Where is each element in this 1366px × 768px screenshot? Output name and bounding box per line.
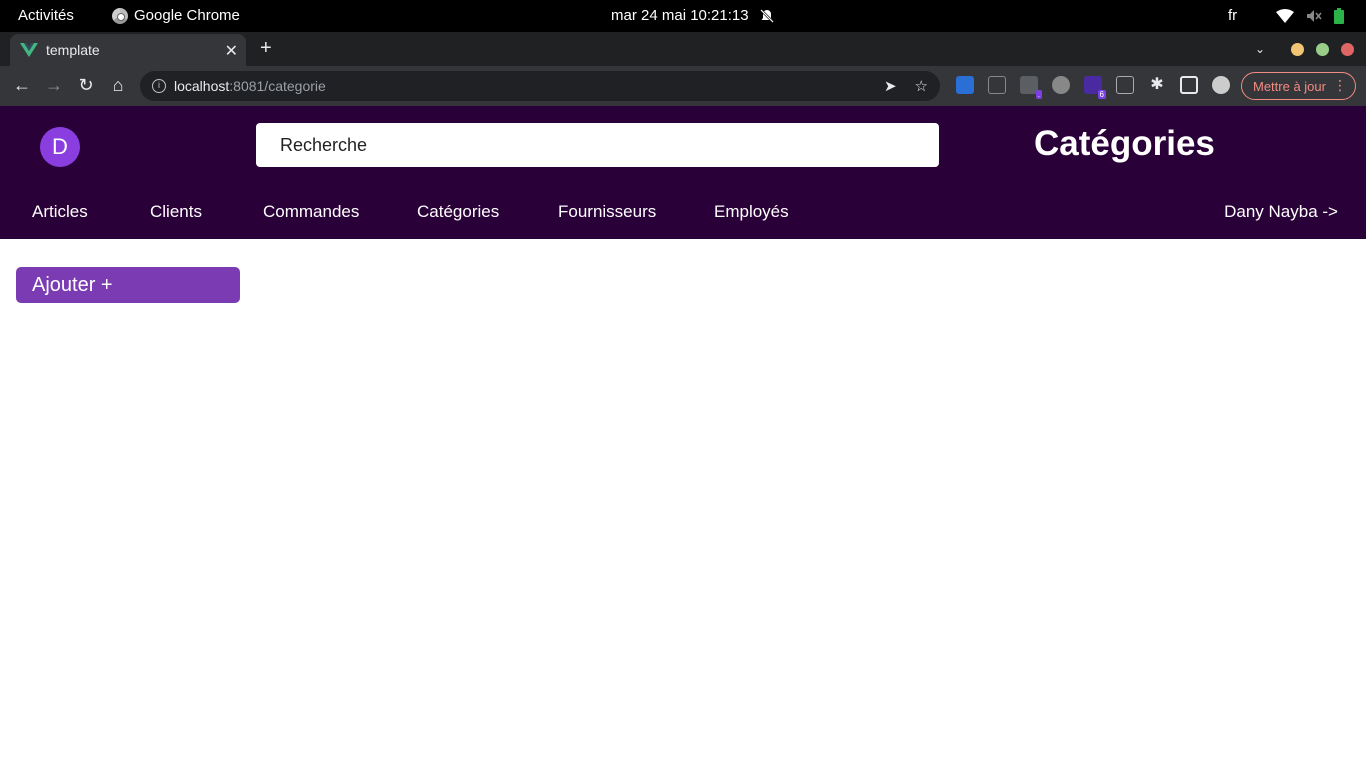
search-input[interactable] [256,123,939,167]
nav-item-articles[interactable]: Articles [32,202,88,222]
avatar[interactable]: D [40,127,80,167]
tab-strip: template ✕ + ⌄ [0,32,1366,66]
clock-text: mar 24 mai 10:21:13 [611,7,749,24]
app-header: D Catégories Articles Clients Commandes … [0,106,1366,239]
app-name: Google Chrome [134,7,240,24]
url-host: localhost [174,78,230,94]
extensions-row: . 6 ✱ [956,76,1230,99]
chrome-icon [112,7,128,24]
system-tray[interactable] [1276,8,1344,24]
reload-icon[interactable]: ↻ [75,75,97,96]
update-button[interactable]: Mettre à jour ⋮ [1241,72,1356,100]
browser-toolbar: ← → ↻ ⌂ i localhost:8081/categorie ➤ ☆ .… [0,66,1366,106]
extension-badge: . [1035,90,1042,99]
bookmark-star-icon[interactable]: ☆ [915,77,928,95]
site-info-icon[interactable]: i [152,79,166,93]
record-extension-icon[interactable] [1052,76,1070,94]
browser-tab[interactable]: template ✕ [10,34,246,66]
clock[interactable]: mar 24 mai 10:21:13 [611,7,775,24]
nav-item-fournisseurs[interactable]: Fournisseurs [558,202,656,222]
tab-search-icon[interactable]: ⌄ [1255,42,1265,56]
screenshot-extension-icon[interactable] [988,76,1006,94]
nav-item-commandes[interactable]: Commandes [263,202,359,222]
app-menu[interactable]: Google Chrome [112,7,240,24]
home-icon[interactable]: ⌂ [107,75,129,96]
back-icon[interactable]: ← [11,75,33,96]
battery-icon [1334,8,1344,24]
minimize-button[interactable] [1291,42,1304,56]
vue-favicon-icon [20,43,38,57]
pen-extension-icon[interactable]: . [1020,76,1042,99]
window-controls: ⌄ [1255,42,1354,56]
tab-title: template [46,42,100,58]
system-top-bar: Activités Google Chrome mar 24 mai 10:21… [0,0,1366,32]
new-tab-icon[interactable]: + [260,38,272,58]
extension-count-badge: 6 [1097,90,1106,99]
nav-item-clients[interactable]: Clients [150,202,202,222]
nav-item-employes[interactable]: Employés [714,202,789,222]
notifications-off-icon [759,8,774,23]
url-path: :8081/categorie [229,78,326,94]
extensions-puzzle-icon[interactable]: ✱ [1148,76,1166,94]
extension-icon[interactable] [956,76,974,94]
side-panel-icon[interactable] [1180,76,1198,94]
address-bar[interactable]: i localhost:8081/categorie ➤ ☆ [140,71,940,101]
volume-muted-icon [1307,10,1322,22]
forward-icon[interactable]: → [43,75,65,96]
add-button[interactable]: Ajouter + [16,267,240,303]
omnibox-actions: ➤ ☆ [884,77,928,95]
send-icon[interactable]: ➤ [884,77,897,95]
close-tab-icon[interactable]: ✕ [225,41,238,61]
maximize-button[interactable] [1316,42,1329,56]
code-extension-icon[interactable] [1116,76,1134,94]
nav-item-categories[interactable]: Catégories [417,202,499,222]
keyboard-layout[interactable]: fr [1228,7,1237,24]
activities-button[interactable]: Activités [18,7,74,24]
page-title: Catégories [1034,124,1215,163]
close-window-button[interactable] [1341,42,1354,56]
menu-dots-icon[interactable]: ⋮ [1333,77,1347,94]
user-link[interactable]: Dany Nayba -> [1224,202,1338,222]
wifi-icon [1276,9,1294,23]
main-nav: Articles Clients Commandes Catégories Fo… [0,202,1366,224]
purple-extension-icon[interactable]: 6 [1084,76,1106,99]
profile-avatar-icon[interactable] [1212,76,1230,94]
update-label: Mettre à jour [1253,78,1326,94]
